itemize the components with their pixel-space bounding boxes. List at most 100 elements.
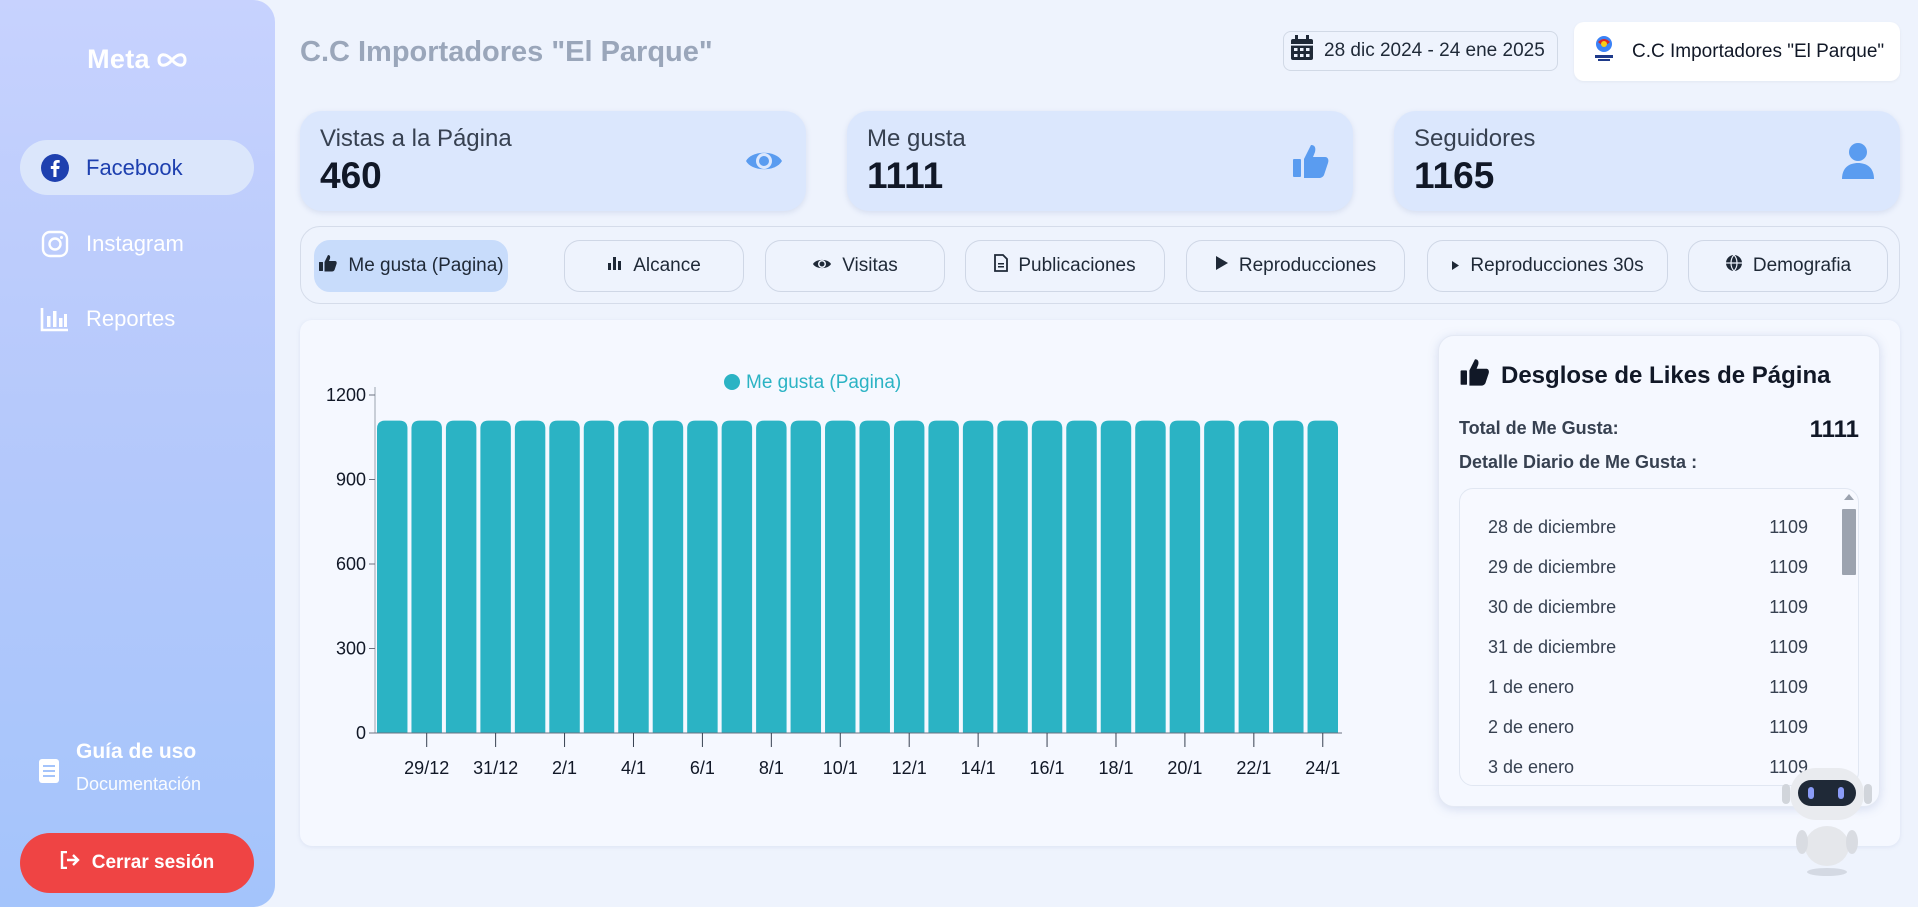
tab-reproducciones[interactable]: Reproducciones <box>1186 240 1405 292</box>
guide-subtitle: Documentación <box>76 774 202 794</box>
date-range-text: 28 dic 2024 - 24 ene 2025 <box>1324 40 1545 61</box>
chart-bar <box>756 420 787 733</box>
tab-alcance[interactable]: Alcance <box>564 240 744 292</box>
guide-link[interactable]: Guía de uso Documentación <box>38 740 201 795</box>
daily-likes-list[interactable]: 28 de diciembre 1109 29 de diciembre 1109 … <box>1459 488 1859 786</box>
list-scrollbar[interactable] <box>1840 489 1858 785</box>
x-tick-label: 8/1 <box>759 758 784 778</box>
date-range-picker[interactable]: 28 dic 2024 - 24 ene 2025 <box>1283 31 1558 71</box>
logout-button[interactable]: Cerrar sesión <box>20 833 254 893</box>
daily-detail-label: Detalle Diario de Me Gusta : <box>1459 452 1698 472</box>
stat-label: Seguidores <box>1414 125 1536 152</box>
chart-bar <box>411 420 442 733</box>
tab-publicaciones[interactable]: Publicaciones <box>965 240 1165 292</box>
play-small-icon <box>1451 255 1460 277</box>
chart-bar <box>997 420 1028 733</box>
tab-me-gusta[interactable]: Me gusta (Pagina) <box>314 240 508 292</box>
chart-bar <box>1135 420 1166 733</box>
list-item-value: 1109 <box>1769 557 1808 577</box>
chart-bar <box>859 420 890 733</box>
list-item: 28 de diciembre 1109 <box>1488 517 1808 538</box>
instagram-icon <box>40 229 70 259</box>
sidebar-item-facebook[interactable]: Facebook <box>20 140 254 195</box>
tab-label: Demografia <box>1752 255 1852 276</box>
chart-bar <box>687 420 718 733</box>
tab-demografia[interactable]: Demografia <box>1688 240 1888 292</box>
chart-bar <box>583 420 615 733</box>
legend-swatch <box>724 374 740 390</box>
eye-icon <box>812 255 832 277</box>
x-tick-label: 24/1 <box>1305 758 1340 778</box>
chart-bar <box>1204 420 1235 733</box>
page-selector[interactable]: C.C Importadores "El Parque" <box>1574 22 1900 81</box>
chart-bar <box>1031 420 1063 733</box>
list-item: 30 de diciembre 1109 <box>1488 597 1808 618</box>
play-icon <box>1215 255 1229 277</box>
brand-logo: Meta <box>0 44 275 75</box>
tab-reproducciones-30s[interactable]: Reproducciones 30s <box>1427 240 1668 292</box>
list-item-date: 3 de enero <box>1488 757 1575 777</box>
sidebar-item-instagram[interactable]: Instagram <box>20 216 254 271</box>
y-tick-label: 0 <box>356 723 366 743</box>
breakdown-title-text: Desglose de Likes de Página <box>1501 361 1831 389</box>
bar-chart-icon <box>607 255 623 277</box>
list-item: 2 de enero 1109 <box>1488 717 1808 738</box>
list-item: 29 de diciembre 1109 <box>1488 557 1808 578</box>
y-tick-label: 300 <box>336 639 366 659</box>
sidebar: Meta Facebook Instagram Reportes Guía de… <box>0 0 275 907</box>
list-item: 1 de enero 1109 <box>1488 677 1808 698</box>
chart-bar <box>377 420 408 733</box>
thumbs-up-icon <box>318 253 338 279</box>
list-item-value: 1109 <box>1769 597 1808 617</box>
x-tick-label: 18/1 <box>1098 758 1133 778</box>
stat-value: 1165 <box>1414 155 1495 196</box>
chart-bar <box>445 420 477 733</box>
logout-icon <box>60 850 80 875</box>
tab-label: Visitas <box>842 255 898 276</box>
bar-chart-icon <box>40 304 70 334</box>
eye-icon <box>742 139 786 183</box>
stat-card-likes: Me gusta 1111 <box>847 111 1353 211</box>
list-item: 3 de enero 1109 <box>1488 757 1808 778</box>
tab-visitas[interactable]: Visitas <box>765 240 945 292</box>
x-tick-label: 22/1 <box>1236 758 1271 778</box>
chart-bar <box>652 420 684 733</box>
chart-bar <box>721 420 753 733</box>
legend-label: Me gusta (Pagina) <box>746 372 901 393</box>
chart-bar <box>1273 420 1304 733</box>
facebook-icon <box>40 153 70 183</box>
likes-breakdown-card: Desglose de Likes de Página Total de Me … <box>1438 335 1880 807</box>
scroll-up-icon[interactable] <box>1844 494 1854 500</box>
chart-bar <box>1100 420 1132 733</box>
stat-label: Me gusta <box>867 125 966 152</box>
x-tick-label: 31/12 <box>473 758 518 778</box>
list-item-value: 1109 <box>1769 637 1808 657</box>
x-tick-label: 4/1 <box>621 758 646 778</box>
list-item-date: 28 de diciembre <box>1488 517 1617 537</box>
x-tick-label: 16/1 <box>1030 758 1065 778</box>
tab-label: Me gusta (Pagina) <box>348 255 504 276</box>
total-likes-value: 1111 <box>1809 416 1859 443</box>
tab-label: Alcance <box>633 255 701 276</box>
page-selector-label: C.C Importadores "El Parque" <box>1632 40 1885 62</box>
list-item-value: 1109 <box>1769 517 1808 537</box>
chart-bar <box>962 420 994 733</box>
sidebar-item-reportes[interactable]: Reportes <box>20 291 254 346</box>
y-tick-label: 600 <box>336 554 366 574</box>
tab-label: Reproducciones 30s <box>1470 255 1644 276</box>
list-item-value: 1109 <box>1769 717 1808 737</box>
chart-bar <box>790 420 822 733</box>
thumbs-up-icon <box>1289 139 1333 183</box>
robot-assistant-icon[interactable] <box>1772 760 1882 880</box>
x-tick-label: 20/1 <box>1167 758 1202 778</box>
list-item-date: 31 de diciembre <box>1488 637 1617 657</box>
chart-bar <box>514 420 546 733</box>
page-logo-icon <box>1590 34 1618 70</box>
stat-value: 1111 <box>867 155 944 196</box>
total-likes-label: Total de Me Gusta: <box>1459 418 1619 438</box>
x-tick-label: 6/1 <box>690 758 715 778</box>
book-icon <box>38 758 60 795</box>
chart-bar <box>549 420 580 733</box>
stat-card-page-views: Vistas a la Página 460 <box>300 111 806 211</box>
scrollbar-thumb[interactable] <box>1842 509 1856 575</box>
